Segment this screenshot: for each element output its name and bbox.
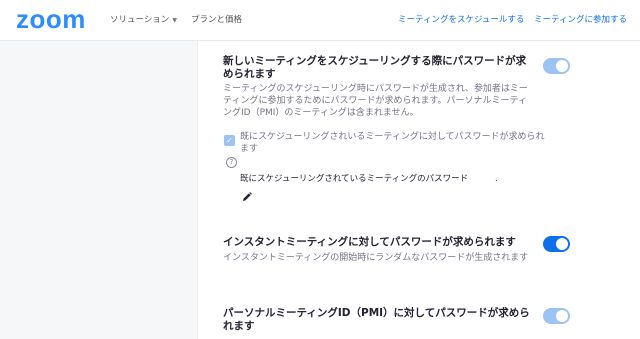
join-meeting-link[interactable]: ミーティングに参加する — [534, 14, 627, 26]
nav-solutions-label: ソリューション — [110, 15, 170, 25]
schedule-password-title: 新しいミーティングをスケジューリングする際にパスワードが求められます — [223, 55, 527, 80]
instant-password-description: インスタントミーティングの開始時にランダムなパスワードが生成されます — [223, 253, 529, 263]
existing-meetings-checkbox[interactable]: ✓ — [224, 135, 235, 146]
top-nav-bar: zoom ソリューション ▼ プランと価格 ミーティングをスケジュールする ミーテ… — [0, 0, 640, 41]
pmi-password-title: パーソナルミーティングID（PMI）に対してパスワードが求められます — [223, 307, 530, 332]
schedule-password-toggle[interactable] — [543, 58, 570, 74]
question-circle-icon[interactable]: ? — [226, 157, 237, 168]
nav-plans[interactable]: プランと価格 — [191, 14, 242, 26]
pmi-password-toggle[interactable] — [543, 308, 570, 324]
schedule-password-description: ミーティングのスケジューリング時にパスワードが生成され、参加者はミーティングに参… — [223, 84, 528, 118]
existing-meetings-label: 既にスケジューリングされいるミーティングに対してパスワードが求められます — [240, 132, 545, 154]
zoom-logo[interactable]: zoom — [16, 5, 86, 33]
instant-password-title: インスタントミーティングに対してパスワードが求められます — [223, 236, 516, 248]
schedule-meeting-link[interactable]: ミーティングをスケジュールする — [398, 14, 524, 26]
toggle-knob — [556, 60, 568, 72]
chevron-down-icon: ▼ — [172, 17, 177, 24]
existing-password-label: 既にスケジューリングされているミーティングのパスワード — [240, 174, 469, 184]
sidebar — [0, 41, 197, 339]
instant-password-toggle[interactable] — [543, 236, 570, 252]
sidebar-divider — [197, 41, 198, 339]
check-icon: ✓ — [226, 136, 233, 145]
toggle-knob — [556, 238, 568, 250]
toggle-knob — [556, 310, 568, 322]
pencil-icon[interactable] — [242, 192, 252, 202]
nav-solutions[interactable]: ソリューション ▼ — [110, 14, 177, 27]
existing-password-value: . — [495, 174, 498, 184]
